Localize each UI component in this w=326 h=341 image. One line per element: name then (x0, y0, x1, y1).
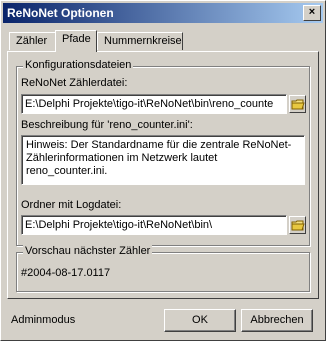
config-files-group: Konfigurationsdateien ReNoNet Zählerdate… (16, 59, 310, 246)
tab-pfade-label: Pfade (62, 33, 91, 45)
options-dialog: ReNoNet Optionen × Zähler Pfade Nummernk… (0, 0, 326, 341)
log-folder-label: Ordner mit Logdatei: (21, 199, 122, 211)
log-folder-input[interactable]: E:\Delphi Projekte\tigo-it\ReNoNet\bin\ (21, 215, 287, 235)
tab-nummernkreise-label: Nummernkreise (104, 35, 182, 47)
window-title: ReNoNet Optionen (7, 6, 114, 20)
preview-group: Vorschau nächster Zähler #2004-08-17.011… (16, 245, 310, 292)
counter-file-label: ReNoNet Zählerdatei: (21, 77, 128, 89)
tab-nummernkreise[interactable]: Nummernkreise (97, 32, 183, 50)
tab-zaehler[interactable]: Zähler (9, 32, 57, 50)
tab-pfade[interactable]: Pfade (55, 30, 97, 52)
browse-counter-file-button[interactable] (289, 95, 306, 113)
cancel-button[interactable]: Abbrechen (241, 309, 313, 332)
tab-zaehler-label: Zähler (16, 35, 48, 47)
admin-mode-label[interactable]: Adminmodus (11, 314, 75, 326)
description-textarea[interactable]: Hinweis: Der Standardname für die zentra… (21, 135, 305, 185)
config-files-legend: Konfigurationsdateien (23, 59, 134, 71)
description-label: Beschreibung für 'reno_counter.ini': (21, 119, 193, 131)
preview-legend: Vorschau nächster Zähler (23, 245, 153, 257)
close-button[interactable]: × (303, 5, 321, 21)
ok-button[interactable]: OK (164, 309, 236, 332)
counter-file-input[interactable]: E:\Delphi Projekte\tigo-it\ReNoNet\bin\r… (21, 94, 287, 114)
folder-icon (291, 99, 305, 110)
tab-panel-pfade: Konfigurationsdateien ReNoNet Zählerdate… (7, 51, 319, 299)
preview-counter-value: #2004-08-17.0117 (21, 267, 111, 279)
browse-log-folder-button[interactable] (289, 216, 306, 234)
folder-icon (291, 220, 305, 231)
title-bar: ReNoNet Optionen × (3, 3, 323, 23)
